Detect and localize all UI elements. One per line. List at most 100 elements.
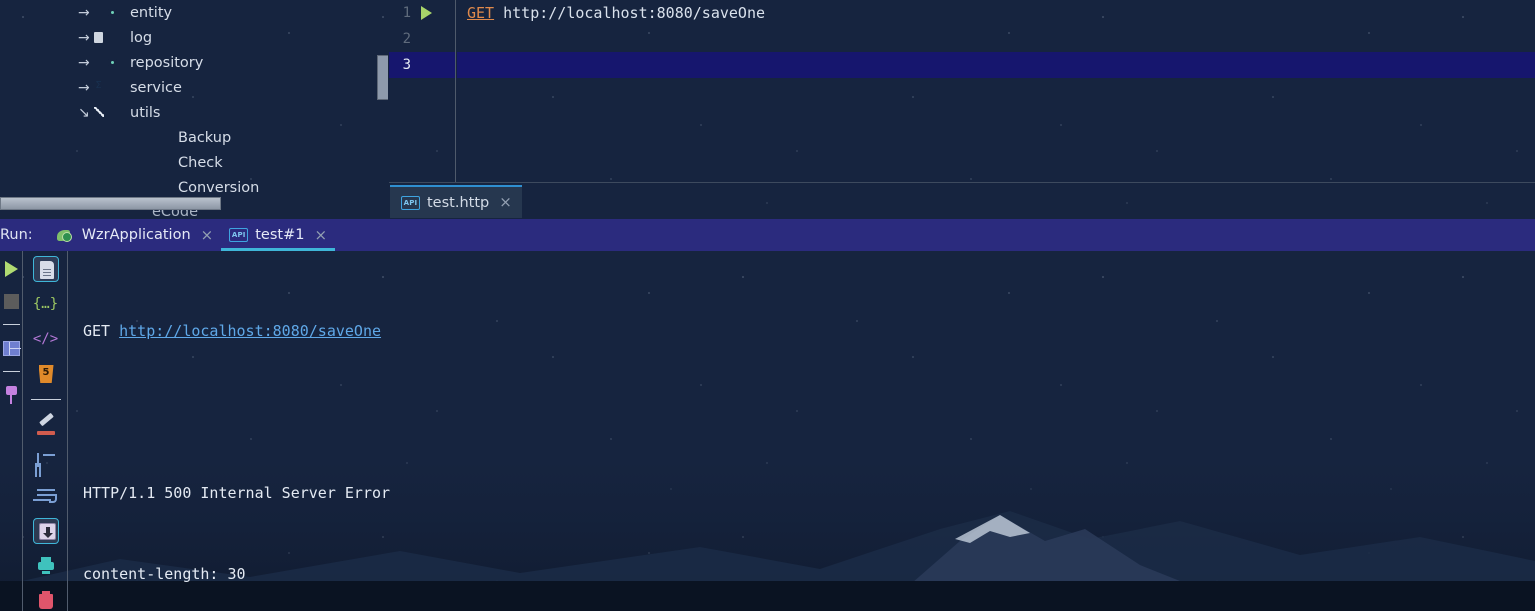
json-braces-icon: {…} <box>32 296 59 312</box>
editor-line-2[interactable] <box>457 26 1535 52</box>
request-url-link[interactable]: http://localhost:8080/saveOne <box>119 322 381 340</box>
spring-boot-icon <box>56 228 74 243</box>
request-method-text: GET <box>83 322 111 340</box>
tree-item-entity[interactable]: → entity <box>0 0 388 25</box>
format-html-button[interactable]: 5 <box>33 361 59 387</box>
format-xml-button[interactable]: </> <box>33 326 59 352</box>
java-class-icon <box>152 155 170 171</box>
folder-package-icon <box>104 5 122 21</box>
tree-item-check[interactable]: Check <box>0 150 388 175</box>
scroll-to-end-button[interactable] <box>32 518 59 544</box>
line-number: 3 <box>402 57 411 73</box>
tree-item-utils[interactable]: ↘ utils <box>0 100 388 125</box>
response-format-toolbar: {…} </> 5 <box>24 251 68 611</box>
tree-item-repository[interactable]: → repository <box>0 50 388 75</box>
line-number: 1 <box>402 5 411 21</box>
tree-item-log[interactable]: → log <box>0 25 388 50</box>
clear-all-button[interactable] <box>33 588 59 611</box>
html5-icon: 5 <box>38 365 54 383</box>
tree-item-service[interactable]: → service <box>0 75 388 100</box>
run-content-area: {…} </> 5 GET http://localhost:8080/save… <box>0 251 1535 611</box>
run-left-toolbar <box>0 251 23 611</box>
rerun-button[interactable] <box>0 257 22 279</box>
stop-button[interactable] <box>0 290 22 312</box>
format-json-button[interactable]: {…} <box>33 291 59 317</box>
run-tab-label: WzrApplication <box>81 227 191 243</box>
http-method-keyword: GET <box>467 4 495 22</box>
soft-wrap-button[interactable] <box>33 483 59 509</box>
folder-package-icon <box>104 55 122 71</box>
editor-text-area[interactable]: GET http://localhost:8080/saveOne <box>457 0 1535 182</box>
show-raw-response-button[interactable] <box>32 256 59 282</box>
tree-item-label: Backup <box>178 129 232 146</box>
tree-item-label: Conversion <box>178 179 260 196</box>
run-tab-label: test#1 <box>255 227 305 243</box>
soft-wrap-icon <box>36 489 57 503</box>
close-icon[interactable]: × <box>201 227 214 243</box>
run-tab-bar: Run: WzrApplication × API test#1 × <box>0 219 1535 251</box>
stop-square-icon <box>4 294 19 309</box>
folder-resources-icon <box>104 30 122 46</box>
restore-layout-button[interactable] <box>0 337 22 359</box>
editor-tab-label: test.http <box>427 194 490 211</box>
xml-tags-icon: </> <box>32 331 59 347</box>
folder-excluded-icon <box>104 105 122 121</box>
http-editor[interactable]: 1 2 3 GET http://localhost:8080/saveOne <box>389 0 1535 182</box>
response-console[interactable]: GET http://localhost:8080/saveOne HTTP/1… <box>69 251 1535 611</box>
project-tool-window[interactable]: → entity → log → repository → service ↘ <box>0 0 388 218</box>
toolbar-separator <box>2 324 20 325</box>
ide-window: → entity → log → repository → service ↘ <box>0 0 1535 611</box>
run-request-icon[interactable] <box>421 6 432 20</box>
console-header-content-length: content-length: 30 <box>83 565 246 583</box>
gutter-line-2: 2 <box>389 26 455 52</box>
java-class-icon <box>152 180 170 196</box>
editor-tab-test-http[interactable]: API test.http × <box>390 185 522 218</box>
tree-item-label: entity <box>130 4 173 21</box>
folder-sources-icon <box>104 80 122 96</box>
console-status-line: HTTP/1.1 500 Internal Server Error <box>83 484 391 502</box>
editor-tab-bar: API test.http × <box>389 182 1535 218</box>
pen-highlighter-icon <box>36 416 56 436</box>
tree-item-label: utils <box>130 104 161 121</box>
close-icon[interactable]: × <box>499 195 512 210</box>
expand-arrow-icon[interactable]: → <box>78 56 96 70</box>
close-icon[interactable]: × <box>314 227 327 243</box>
sort-descending-icon <box>36 453 55 469</box>
run-tab-wzrapplication[interactable]: WzrApplication × <box>49 219 222 251</box>
gutter-line-1: 1 <box>389 0 455 26</box>
pin-tab-button[interactable] <box>0 384 22 406</box>
run-tab-test-1[interactable]: API test#1 × <box>221 219 335 251</box>
editor-line-1[interactable]: GET http://localhost:8080/saveOne <box>457 0 1535 26</box>
expand-arrow-icon[interactable]: → <box>78 6 96 20</box>
run-tool-window: Run: WzrApplication × API test#1 × {…} <… <box>0 219 1535 611</box>
trash-icon <box>38 591 53 610</box>
project-tree-horizontal-scrollbar[interactable] <box>0 197 221 210</box>
layout-icon <box>3 341 21 356</box>
run-play-icon <box>5 261 18 277</box>
print-button[interactable] <box>33 553 59 579</box>
tree-item-backup[interactable]: Backup <box>0 125 388 150</box>
sort-button[interactable] <box>33 448 59 474</box>
tree-item-label: Check <box>178 154 223 171</box>
tree-item-label: repository <box>130 54 204 71</box>
document-icon <box>39 261 54 279</box>
scroll-to-end-icon <box>38 523 56 540</box>
editor-line-3[interactable] <box>457 52 1535 78</box>
highlight-button[interactable] <box>33 413 59 439</box>
line-number: 2 <box>402 31 411 47</box>
java-class-icon <box>152 130 170 146</box>
http-url-text: http://localhost:8080/saveOne <box>503 4 766 22</box>
top-region: → entity → log → repository → service ↘ <box>0 0 1535 218</box>
project-tree-vertical-scrollbar[interactable] <box>377 55 388 100</box>
run-window-label: Run: <box>0 227 33 243</box>
editor-gutter[interactable]: 1 2 3 <box>389 0 456 182</box>
pin-icon <box>6 386 17 404</box>
printer-icon <box>37 557 55 574</box>
toolbar-separator <box>30 399 61 400</box>
toolbar-separator <box>2 371 20 372</box>
tree-item-label: service <box>130 79 182 96</box>
api-file-icon: API <box>229 228 249 242</box>
console-request-line: GET http://localhost:8080/saveOne <box>83 318 1535 345</box>
api-file-icon: API <box>401 195 420 210</box>
